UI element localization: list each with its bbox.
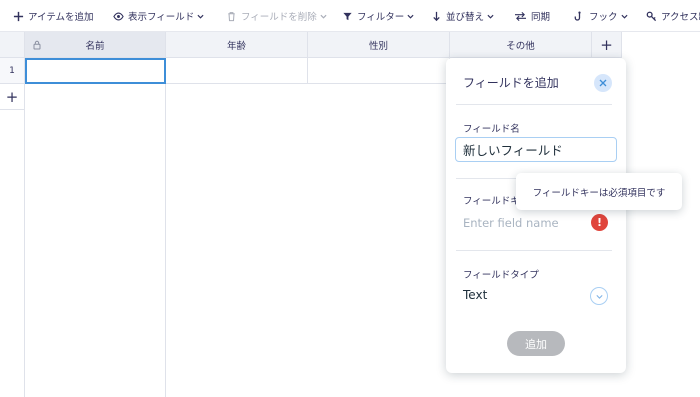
eye-icon — [112, 10, 124, 22]
tooltip-text: フィールドキーは必須項目です — [532, 187, 666, 199]
chevron-down-icon — [620, 13, 628, 20]
chevron-down-icon — [197, 13, 204, 20]
column-header-gender[interactable]: 性別 — [308, 32, 450, 58]
arrow-down-icon — [430, 10, 442, 22]
add-column-label: + — [600, 35, 613, 54]
sort-label: 並び替え — [446, 12, 485, 23]
add-column-button[interactable]: + — [592, 32, 622, 58]
row-number[interactable]: 1 — [0, 58, 25, 84]
app-page: アイテムを追加 表示フィールド フィールドを削除 フィルター 並び替え 同期 フ… — [0, 0, 700, 397]
chevron-down-icon — [407, 13, 414, 20]
filter-label: フィルター — [357, 12, 405, 23]
add-item-button[interactable]: アイテムを追加 — [12, 0, 94, 32]
column-header-label: 年齢 — [226, 40, 246, 52]
filter-icon — [341, 10, 353, 22]
column-header-label: その他 — [506, 40, 535, 52]
panel-title: フィールドを追加 — [463, 76, 559, 90]
column-divider — [165, 84, 166, 397]
hook-icon — [573, 10, 585, 22]
add-item-label: アイテムを追加 — [28, 12, 94, 23]
column-header-name[interactable]: 名前 — [25, 32, 166, 58]
table-cell[interactable] — [166, 58, 308, 84]
field-type-select[interactable]: Text — [463, 288, 487, 302]
field-name-label: フィールド名 — [463, 124, 520, 135]
add-button[interactable]: 追加 — [507, 331, 565, 356]
close-button[interactable] — [594, 74, 612, 92]
lock-icon — [32, 40, 42, 50]
trash-icon — [225, 10, 237, 22]
add-field-panel: フィールドを追加 フィールド名 新しいフィールド フィールドキー Enter f… — [446, 58, 626, 373]
delete-field-label: フィールドを削除 — [241, 12, 317, 23]
key-icon — [645, 10, 657, 22]
field-type-label: フィールドタイプ — [463, 270, 539, 281]
column-header-age[interactable]: 年齢 — [166, 32, 308, 58]
divider — [456, 104, 612, 105]
chevron-down-icon — [487, 13, 494, 20]
field-type-dropdown-button[interactable] — [590, 287, 608, 305]
add-row-label: + — [5, 87, 19, 106]
sync-button[interactable]: 同期 — [513, 0, 550, 32]
field-name-value: 新しいフィールド — [463, 143, 563, 158]
field-key-input[interactable]: Enter field name — [463, 216, 559, 230]
hooks-label: フック — [589, 12, 618, 23]
delete-field-button[interactable]: フィールドを削除 — [225, 0, 327, 32]
add-row-button[interactable]: + — [0, 84, 25, 110]
filter-button[interactable]: フィルター — [341, 0, 414, 32]
row-header-column — [0, 110, 25, 397]
chevron-down-icon — [320, 13, 327, 20]
show-fields-label: 表示フィールド — [128, 12, 195, 23]
row-number-label: 1 — [9, 65, 15, 76]
field-name-input[interactable]: 新しいフィールド — [455, 137, 617, 162]
close-icon — [599, 79, 607, 87]
error-icon: ! — [591, 214, 608, 231]
divider — [456, 250, 612, 251]
column-header-label: 性別 — [368, 40, 388, 52]
table-cell[interactable] — [308, 58, 450, 84]
column-header-label: 名前 — [85, 40, 105, 52]
sync-arrows-icon — [513, 10, 527, 22]
show-fields-button[interactable]: 表示フィールド — [112, 0, 204, 32]
row-header-corner — [0, 32, 25, 58]
access-control-button[interactable]: アクセス制 — [645, 0, 700, 32]
column-header-other[interactable]: その他 — [450, 32, 592, 58]
toolbar: アイテムを追加 表示フィールド フィールドを削除 フィルター 並び替え 同期 フ… — [0, 0, 700, 32]
plus-icon — [12, 10, 24, 22]
sync-label: 同期 — [531, 12, 551, 23]
hooks-button[interactable]: フック — [573, 0, 628, 32]
sort-button[interactable]: 並び替え — [430, 0, 494, 32]
selected-cell-name[interactable] — [25, 58, 166, 84]
access-control-label: アクセス制 — [661, 12, 700, 23]
validation-tooltip: フィールドキーは必須項目です — [516, 173, 682, 210]
chevron-down-icon — [595, 294, 603, 299]
